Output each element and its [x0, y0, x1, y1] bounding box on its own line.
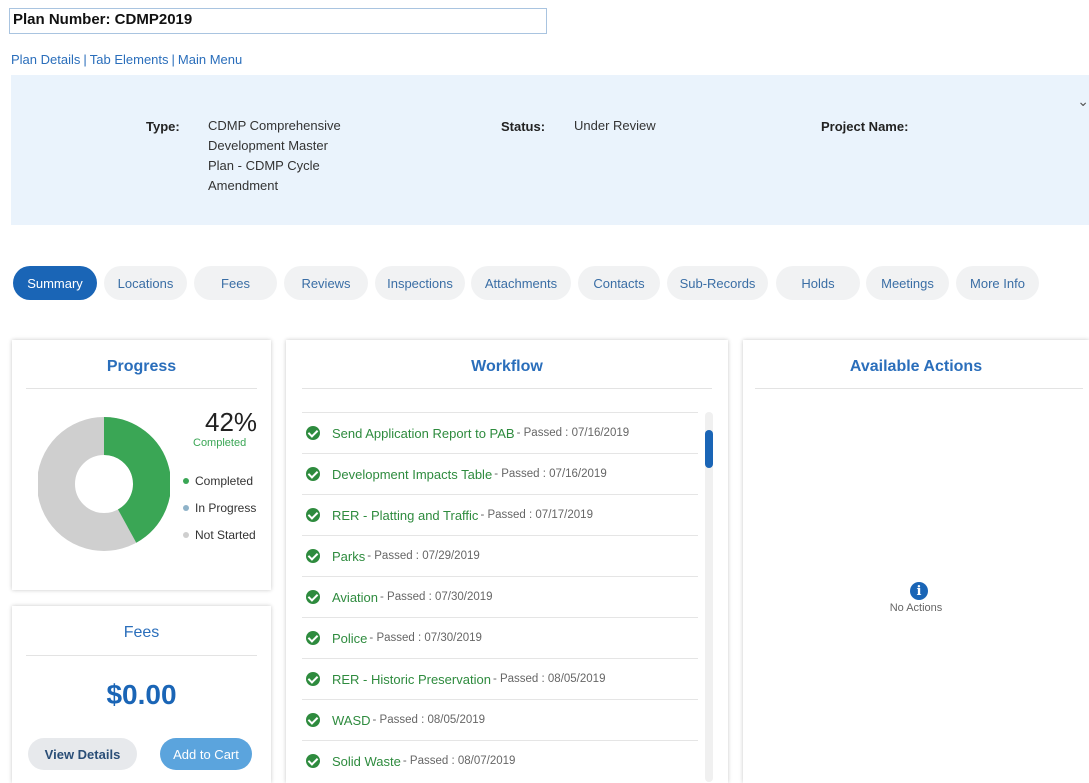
legend-label: In Progress: [195, 501, 257, 515]
check-circle-icon: [306, 672, 320, 686]
workflow-item-name: WASD: [332, 712, 371, 728]
divider: [755, 388, 1083, 389]
divider: [26, 655, 257, 656]
no-actions-text: No Actions: [889, 602, 943, 614]
workflow-item-status: - Passed : 07/30/2019: [380, 591, 493, 603]
legend-label: Not Started: [195, 528, 256, 542]
check-circle-icon: [306, 426, 320, 440]
workflow-item-name: Solid Waste: [332, 753, 401, 769]
workflow-item[interactable]: RER - Platting and Traffic - Passed : 07/…: [302, 494, 698, 535]
chevron-down-icon[interactable]: ⌄: [1077, 93, 1089, 110]
fees-title: Fees: [123, 624, 160, 641]
workflow-item[interactable]: Development Impacts Table - Passed : 07/1…: [302, 453, 698, 494]
link-separator: |: [171, 52, 175, 67]
tab-holds[interactable]: Holds: [776, 266, 860, 300]
check-circle-icon: [306, 631, 320, 645]
record-info-panel: Type: CDMP Comprehensive Development Mas…: [11, 75, 1089, 225]
divider: [302, 388, 712, 389]
workflow-item-status: - Passed : 08/05/2019: [492, 673, 606, 685]
workflow-item-name: RER - Platting and Traffic: [332, 507, 479, 523]
workflow-item[interactable]: Parks - Passed : 07/29/2019: [302, 535, 698, 576]
legend-not-started: Not Started: [183, 528, 256, 542]
check-circle-icon: [306, 508, 320, 522]
progress-card: Progress 42% Completed Completed In Prog…: [12, 340, 271, 590]
link-separator: |: [83, 52, 87, 67]
tab-fees[interactable]: Fees: [194, 266, 277, 300]
fees-amount: $0.00: [106, 679, 177, 710]
type-label: Type:: [146, 119, 180, 134]
workflow-item-status: - Passed : 07/29/2019: [367, 550, 480, 562]
tab-elements-link[interactable]: Tab Elements: [90, 52, 169, 67]
progress-percent: 42%: [205, 407, 258, 437]
tab-sub-records[interactable]: Sub-Records: [667, 266, 768, 300]
available-actions-card: Available Actions i No Actions: [743, 340, 1089, 783]
legend-completed: Completed: [183, 474, 253, 488]
progress-completed-caption: Completed: [193, 437, 247, 449]
workflow-item-name: RER - Historic Preservation: [332, 671, 491, 687]
type-value: CDMP Comprehensive Development Master Pl…: [208, 116, 378, 196]
status-label: Status:: [501, 119, 546, 134]
legend-in-progress: In Progress: [183, 501, 256, 515]
legend-label: Completed: [195, 474, 254, 488]
workflow-title: Workflow: [471, 358, 543, 375]
tab-reviews[interactable]: Reviews: [284, 266, 368, 300]
check-circle-icon: [306, 467, 320, 481]
tab-more-info[interactable]: More Info: [956, 266, 1039, 300]
tab-contacts[interactable]: Contacts: [578, 266, 660, 300]
workflow-item-status: - Passed : 08/05/2019: [372, 714, 486, 726]
legend-dot-icon: [183, 505, 189, 511]
tab-attachments[interactable]: Attachments: [471, 266, 571, 300]
check-circle-icon: [306, 754, 320, 768]
check-circle-icon: [306, 713, 320, 727]
workflow-item-name: Send Application Report to PAB: [332, 425, 515, 441]
view-details-button[interactable]: View Details: [28, 738, 137, 770]
type-value-line: Plan - CDMP Cycle: [208, 158, 320, 173]
progress-title: Progress: [106, 358, 177, 375]
status-value: Under Review: [574, 118, 656, 133]
breadcrumb-links: Plan Details | Tab Elements | Main Menu: [11, 52, 242, 67]
plan-details-link[interactable]: Plan Details: [11, 52, 80, 67]
tab-summary[interactable]: Summary: [13, 266, 97, 300]
divider: [26, 388, 257, 389]
workflow-item[interactable]: WASD - Passed : 08/05/2019: [302, 699, 698, 740]
workflow-item-status: - Passed : 07/17/2019: [480, 509, 593, 521]
workflow-item-name: Police: [332, 630, 368, 646]
workflow-item[interactable]: RER - Historic Preservation - Passed : 08…: [302, 658, 698, 699]
progress-donut-chart: [38, 417, 170, 551]
workflow-item-status: - Passed : 08/07/2019: [402, 755, 516, 767]
tab-locations[interactable]: Locations: [104, 266, 187, 300]
workflow-item-name: Parks: [332, 548, 366, 564]
tab-inspections[interactable]: Inspections: [375, 266, 465, 300]
workflow-item-status: - Passed : 07/16/2019: [516, 427, 630, 439]
legend-dot-icon: [183, 478, 189, 484]
main-menu-link[interactable]: Main Menu: [178, 52, 242, 67]
workflow-item[interactable]: Police - Passed : 07/30/2019: [302, 617, 698, 658]
info-icon: i: [910, 582, 928, 600]
workflow-item-status: - Passed : 07/30/2019: [369, 632, 482, 644]
check-circle-icon: [306, 590, 320, 604]
available-actions-title: Available Actions: [849, 358, 983, 375]
type-value-line: Amendment: [208, 178, 279, 193]
add-to-cart-button[interactable]: Add to Cart: [160, 738, 252, 770]
workflow-card: Workflow Send Application Report to PAB -…: [286, 340, 728, 783]
fees-card: Fees $0.00 View Details Add to Cart: [12, 606, 271, 783]
workflow-scrollbar-thumb[interactable]: [705, 430, 713, 468]
check-circle-icon: [306, 549, 320, 563]
plan-number-heading: Plan Number: CDMP2019: [9, 8, 547, 34]
workflow-item[interactable]: Solid Waste - Passed : 08/07/2019: [302, 740, 698, 781]
workflow-item-status: - Passed : 07/16/2019: [494, 468, 607, 480]
workflow-item[interactable]: Send Application Report to PAB - Passed :…: [302, 412, 698, 453]
legend-dot-icon: [183, 532, 189, 538]
tab-meetings[interactable]: Meetings: [866, 266, 949, 300]
type-value-line: Development Master: [208, 138, 328, 153]
workflow-item-name: Development Impacts Table: [332, 466, 493, 482]
project-name-label: Project Name:: [821, 119, 909, 134]
workflow-item-name: Aviation: [332, 589, 379, 605]
workflow-item[interactable]: Aviation - Passed : 07/30/2019: [302, 576, 698, 617]
type-value-line: CDMP Comprehensive: [208, 118, 341, 133]
